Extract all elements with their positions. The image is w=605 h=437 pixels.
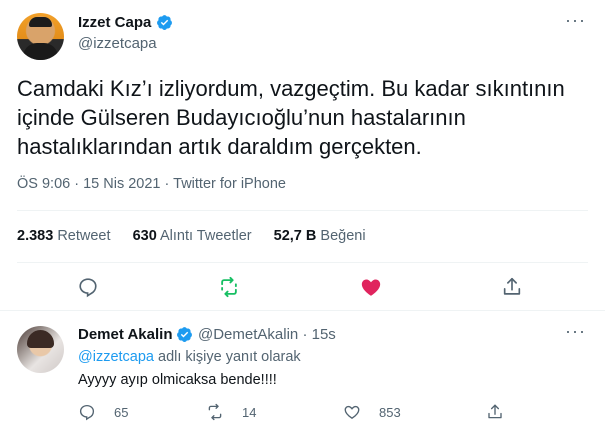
reply-share-action[interactable] [486, 403, 522, 421]
retweet-icon[interactable] [218, 276, 240, 298]
section-divider [0, 310, 605, 311]
tweet-time[interactable]: ÖS 9:06 [17, 176, 70, 192]
like-icon [344, 405, 360, 420]
meta-separator: · [74, 176, 80, 192]
avatar-body-shape [23, 43, 58, 60]
reply-like-action[interactable]: 853 [343, 403, 401, 421]
author-handle[interactable]: @izzetcapa [78, 35, 157, 52]
avatar[interactable] [17, 13, 64, 60]
retweets-count: 2.383 [17, 228, 54, 244]
divider [17, 262, 588, 263]
avatar-hair-shape [27, 330, 54, 348]
avatar-hat-shape [29, 17, 52, 27]
share-icon [488, 404, 502, 419]
quotes-label: Alıntı Tweetler [160, 228, 252, 244]
reply-text: Ayyyy ayıp olmicaksa bende!!!! [78, 372, 277, 388]
tweet-stats: 2.383 Retweet 630 Alıntı Tweetler 52,7 B… [17, 228, 384, 244]
replying-to: @izzetcapa adlı kişiye yanıt olarak [78, 349, 301, 365]
reply-count: 65 [114, 404, 129, 420]
retweets-stat[interactable]: 2.383 Retweet [17, 228, 111, 244]
meta-separator: · [164, 176, 170, 192]
author-name[interactable]: Izzet Capa [78, 14, 151, 31]
reply-tweet[interactable]: Demet Akalin @DemetAkalin · 15s ··· @izz… [0, 316, 605, 437]
likes-stat[interactable]: 52,7 B Beğeni [274, 228, 366, 244]
reply-separator: · [302, 326, 308, 343]
share-icon[interactable] [501, 276, 523, 298]
more-options-icon[interactable]: ··· [565, 321, 586, 342]
replying-mention[interactable]: @izzetcapa [78, 349, 154, 365]
reply-time[interactable]: 15s [312, 326, 336, 343]
reply-handle-text: @DemetAkalin [198, 326, 299, 343]
like-icon[interactable] [360, 276, 382, 298]
reply-retweet-action[interactable]: 14 [206, 403, 256, 421]
tweet-date[interactable]: 15 Nis 2021 [83, 176, 160, 192]
verified-badge-icon [157, 15, 172, 30]
divider [17, 210, 588, 211]
reply-author-handle[interactable]: @DemetAkalin · 15s [198, 326, 336, 343]
retweet-icon [208, 403, 222, 421]
verified-badge-icon [177, 327, 192, 342]
reply-author-name[interactable]: Demet Akalin [78, 326, 172, 343]
reply-icon[interactable] [77, 276, 99, 298]
tweet-meta: ÖS 9:06 · 15 Nis 2021 · Twitter for iPho… [17, 176, 286, 192]
likes-count: 52,7 B [273, 228, 317, 244]
retweet-count: 14 [242, 404, 257, 420]
quotes-count: 630 [132, 228, 157, 244]
like-count: 853 [379, 404, 401, 420]
tweet-source[interactable]: Twitter for iPhone [173, 176, 286, 192]
retweets-label: Retweet [57, 228, 111, 244]
replying-suffix: adlı kişiye yanıt olarak [158, 349, 301, 365]
likes-label: Beğeni [320, 228, 366, 244]
reply-reply-action[interactable]: 65 [78, 403, 128, 421]
quotes-stat[interactable]: 630 Alıntı Tweetler [133, 228, 252, 244]
tweet-text: Camdaki Kız’ı izliyordum, vazgeçtim. Bu … [17, 76, 565, 159]
more-options-icon[interactable]: ··· [565, 10, 586, 31]
reply-avatar[interactable] [17, 326, 64, 373]
reply-icon [79, 404, 95, 421]
